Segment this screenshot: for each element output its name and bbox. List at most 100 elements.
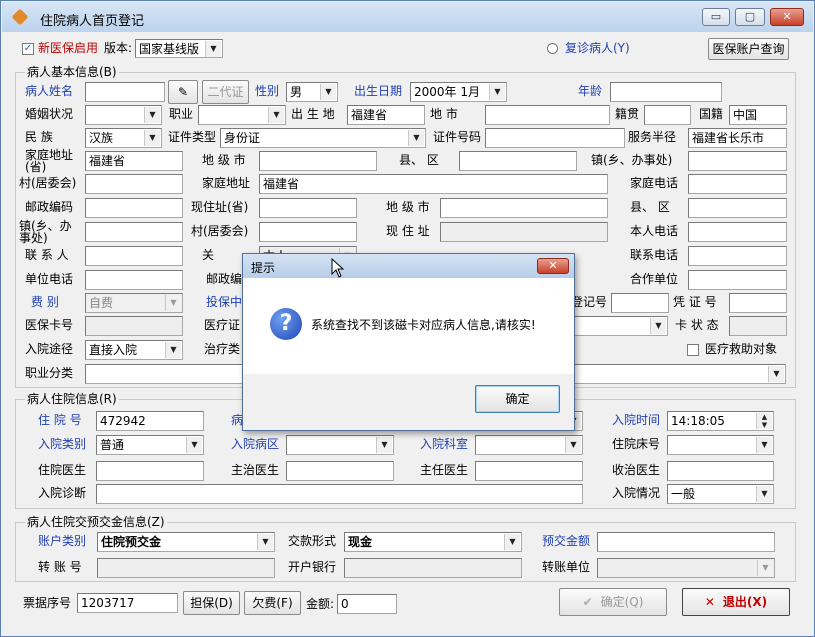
- nationality-input[interactable]: 中国: [729, 105, 787, 125]
- bank-input[interactable]: [344, 558, 522, 578]
- exit-button[interactable]: ✕ 退出(X): [682, 588, 790, 616]
- insured-label: 投保中: [206, 295, 243, 309]
- receiving-input[interactable]: [667, 461, 774, 481]
- close-button[interactable]: ✕: [770, 8, 804, 26]
- village-label: 村(居委会): [19, 176, 77, 190]
- cur-county-input[interactable]: [688, 198, 787, 218]
- payment-select[interactable]: 现金 ▼: [344, 532, 522, 552]
- x-icon: ✕: [704, 595, 715, 609]
- bed-select[interactable]: ▼: [667, 435, 774, 455]
- age-input[interactable]: [610, 82, 722, 102]
- cur-prov-input[interactable]: [259, 198, 357, 218]
- job-select[interactable]: ▼: [198, 105, 286, 125]
- inpatient-no-input[interactable]: 472942: [96, 411, 204, 431]
- self-phone-input[interactable]: [688, 222, 787, 242]
- prepay-label: 预交金额: [542, 534, 591, 548]
- revisit-radio[interactable]: [547, 43, 558, 54]
- bp-city-input[interactable]: [485, 105, 610, 125]
- new-insurance-checkbox[interactable]: ✓: [22, 43, 34, 55]
- cur-city-input[interactable]: [440, 198, 608, 218]
- voucher-input[interactable]: [729, 293, 787, 313]
- admit-dept-select[interactable]: ▼: [475, 435, 583, 455]
- bank-label: 开户银行: [288, 560, 337, 574]
- inpatient-no-label: 住 院 号: [38, 413, 82, 427]
- service-radius-input[interactable]: 福建省长乐市: [688, 128, 787, 148]
- contact-phone-input[interactable]: [688, 246, 787, 266]
- name-input[interactable]: [85, 82, 165, 102]
- id-card-button[interactable]: 二代证: [202, 80, 249, 104]
- minimize-button[interactable]: ▭: [702, 8, 730, 26]
- home-addr-input[interactable]: 福建省: [259, 174, 608, 194]
- receipt-label: 票据序号: [23, 596, 72, 610]
- cur-village-input[interactable]: [259, 222, 357, 242]
- contact-input[interactable]: [85, 246, 183, 266]
- version-select[interactable]: 国家基线版 ▼: [135, 39, 223, 58]
- aid-label: 医疗救助对象: [705, 342, 778, 356]
- home-phone-input[interactable]: [688, 174, 787, 194]
- prepay-input[interactable]: [597, 532, 775, 552]
- new-insurance-label: 新医保启用: [38, 41, 99, 55]
- route-select[interactable]: 直接入院 ▼: [85, 340, 183, 360]
- dialog-close-button[interactable]: ✕: [537, 258, 569, 274]
- revisit-label: 复诊病人(Y): [565, 41, 630, 55]
- birth-date-select[interactable]: 2000年 1月 ▼: [410, 82, 507, 102]
- admit-ward-select[interactable]: ▼: [286, 435, 394, 455]
- transfer-input[interactable]: [97, 558, 275, 578]
- card-state-label: 卡 状 态: [675, 318, 719, 332]
- cur-city-label: 地 级 市: [386, 200, 430, 214]
- confirm-button[interactable]: ✔ 确定(Q): [559, 588, 667, 616]
- admit-type-select[interactable]: 普通 ▼: [96, 435, 204, 455]
- ethnic-select[interactable]: 汉族 ▼: [85, 128, 162, 148]
- amount-input[interactable]: 0: [337, 594, 397, 614]
- check-icon: ✔: [582, 595, 593, 609]
- city-input[interactable]: [259, 151, 377, 171]
- occ-class-label: 职业分类: [25, 366, 74, 380]
- native-input[interactable]: [644, 105, 691, 125]
- doctor-input[interactable]: [96, 461, 204, 481]
- aid-checkbox[interactable]: [687, 344, 699, 356]
- attending-input[interactable]: [286, 461, 394, 481]
- marital-select[interactable]: ▼: [85, 105, 162, 125]
- account-query-button[interactable]: 医保账户查询: [708, 38, 789, 60]
- fee-type-select[interactable]: 自费 ▼: [85, 293, 183, 313]
- chief-label: 主任医生: [420, 463, 469, 477]
- postcode-input[interactable]: [85, 198, 183, 218]
- owe-button[interactable]: 欠费(F): [244, 591, 301, 615]
- condition-select[interactable]: 一般 ▼: [667, 484, 774, 504]
- account-type-select[interactable]: 住院预交金 ▼: [97, 532, 275, 552]
- card-no-input[interactable]: [85, 316, 183, 336]
- transfer-unit-select[interactable]: ▼: [597, 558, 775, 578]
- idtype-select[interactable]: 身份证 ▼: [220, 128, 426, 148]
- guarantee-button[interactable]: 担保(D): [183, 591, 240, 615]
- coop-unit-label: 合作单位: [630, 272, 679, 286]
- town-input[interactable]: [688, 151, 787, 171]
- sex-select[interactable]: 男 ▼: [286, 82, 338, 102]
- card-state-input[interactable]: [729, 316, 787, 336]
- reg-no-input[interactable]: [611, 293, 669, 313]
- receipt-input[interactable]: 1203717: [77, 593, 178, 613]
- card-reader-icon: ✎: [177, 85, 189, 99]
- question-icon: ?: [270, 308, 302, 340]
- chief-input[interactable]: [475, 461, 583, 481]
- home-addr-prov-input[interactable]: 福建省: [85, 151, 183, 171]
- work-phone-input[interactable]: [85, 270, 183, 290]
- cur-town-input[interactable]: [85, 222, 183, 242]
- window-title: 住院病人首页登记: [40, 14, 145, 29]
- cur-addr-input[interactable]: [440, 222, 608, 242]
- dialog-ok-button[interactable]: 确定: [475, 385, 560, 413]
- card-reader-button[interactable]: ✎: [168, 80, 198, 104]
- admit-time-input[interactable]: 14:18:05 ▲ ▼: [667, 411, 774, 431]
- admit-dept-label: 入院科室: [420, 437, 469, 451]
- county-input[interactable]: [459, 151, 577, 171]
- dialog-message: 系统查找不到该磁卡对应病人信息,请核实!: [311, 318, 536, 332]
- med-cert-select[interactable]: ▼: [573, 316, 668, 336]
- idno-input[interactable]: [485, 128, 625, 148]
- title-bar: 住院病人首页登记 ▭ ▢ ✕: [2, 2, 813, 32]
- route-label: 入院途径: [25, 342, 74, 356]
- basic-info-group-title: 病人基本信息(B): [25, 65, 119, 79]
- diagnosis-input[interactable]: [96, 484, 583, 504]
- village-input[interactable]: [85, 174, 183, 194]
- birthplace-input[interactable]: 福建省: [347, 105, 425, 125]
- coop-unit-input[interactable]: [688, 270, 787, 290]
- maximize-button[interactable]: ▢: [735, 8, 765, 26]
